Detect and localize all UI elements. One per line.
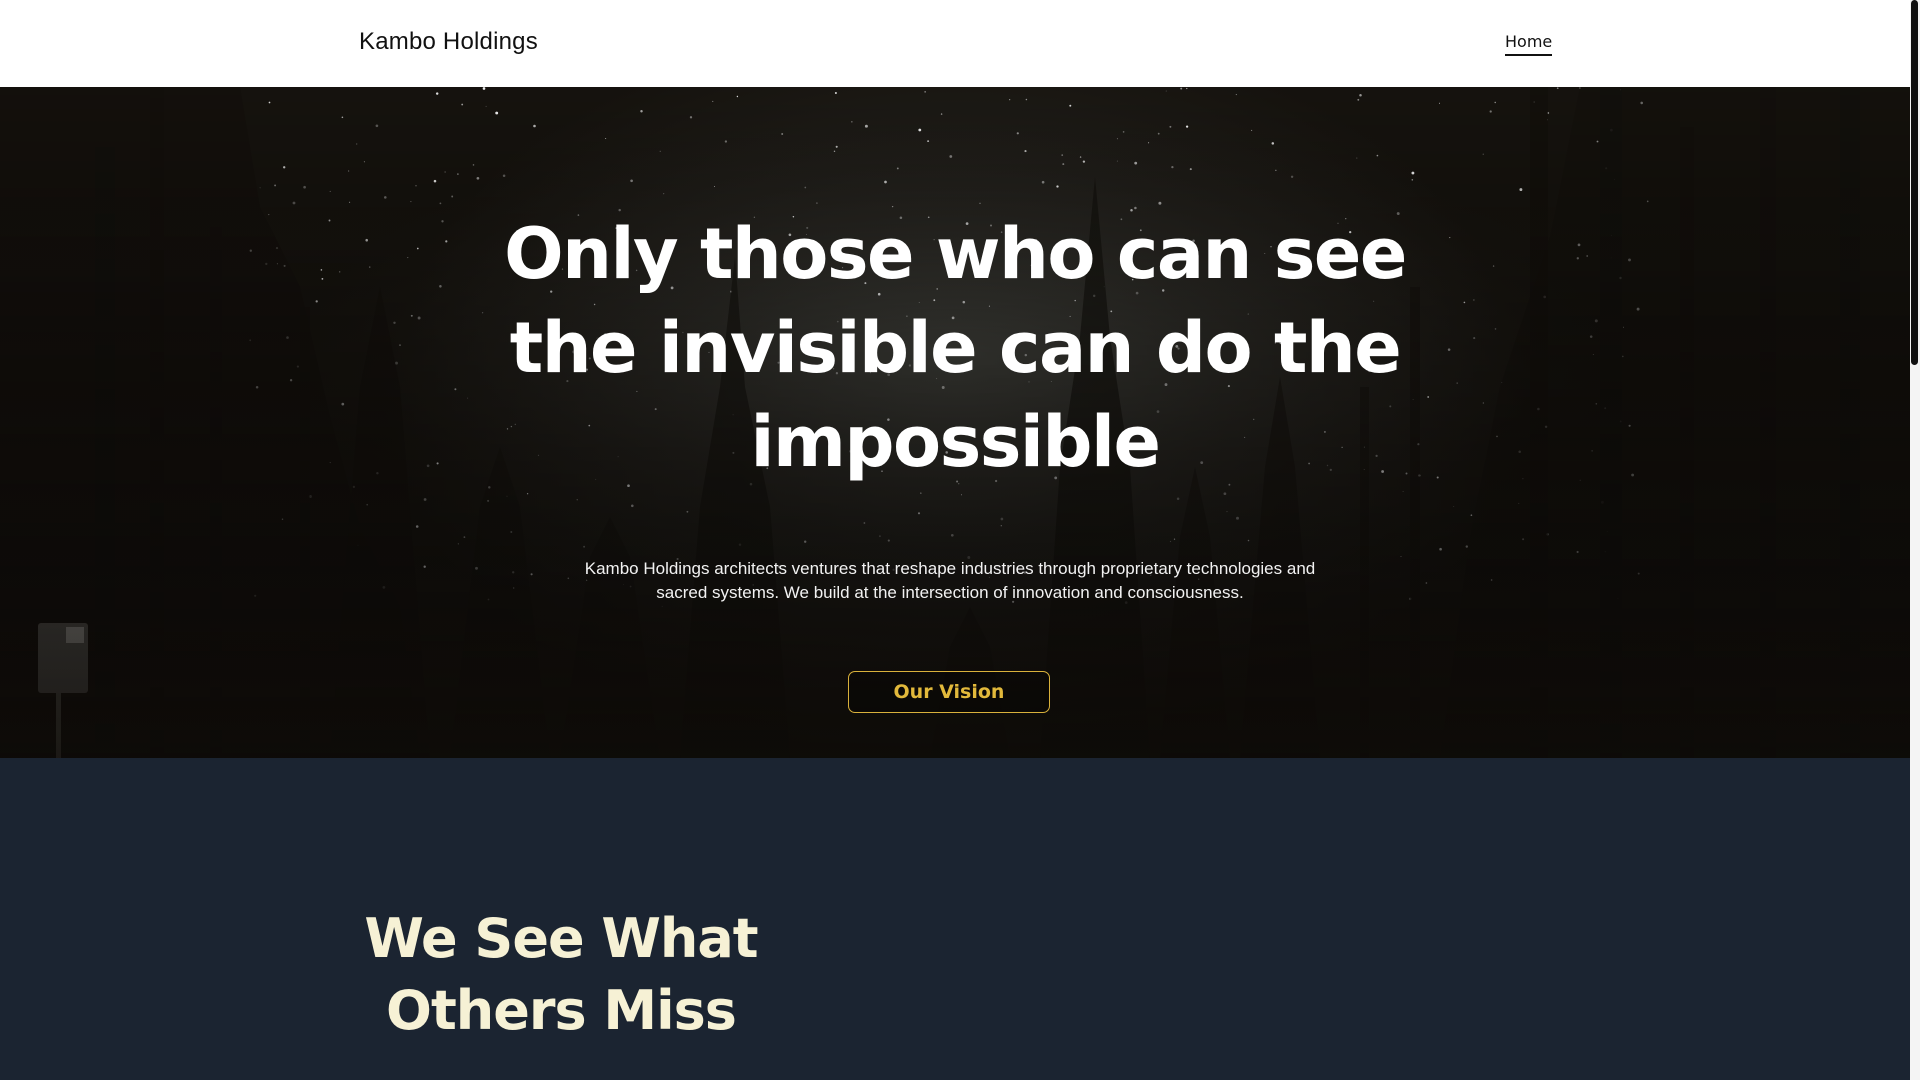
about-heading: We See What Others Miss [364,907,758,1042]
nav-link-home[interactable]: Home [1505,32,1553,56]
about-section: We See What Others Miss [0,758,1910,1080]
hero-headline: Only those who can see the invisible can… [504,213,1407,483]
viewport: Kambo Holdings Home Only those who can s… [0,0,1910,1080]
hero-subtext: Kambo Holdings architects ventures that … [584,559,1316,602]
hero-section: Only those who can see the invisible can… [0,87,1910,758]
our-vision-button[interactable]: Our Vision [848,671,1050,713]
site-title[interactable]: Kambo Holdings [359,28,538,56]
site-header: Kambo Holdings Home [0,0,1910,87]
scrollbar-thumb[interactable] [1911,0,1918,365]
page: Kambo Holdings Home Only those who can s… [0,0,1920,1080]
